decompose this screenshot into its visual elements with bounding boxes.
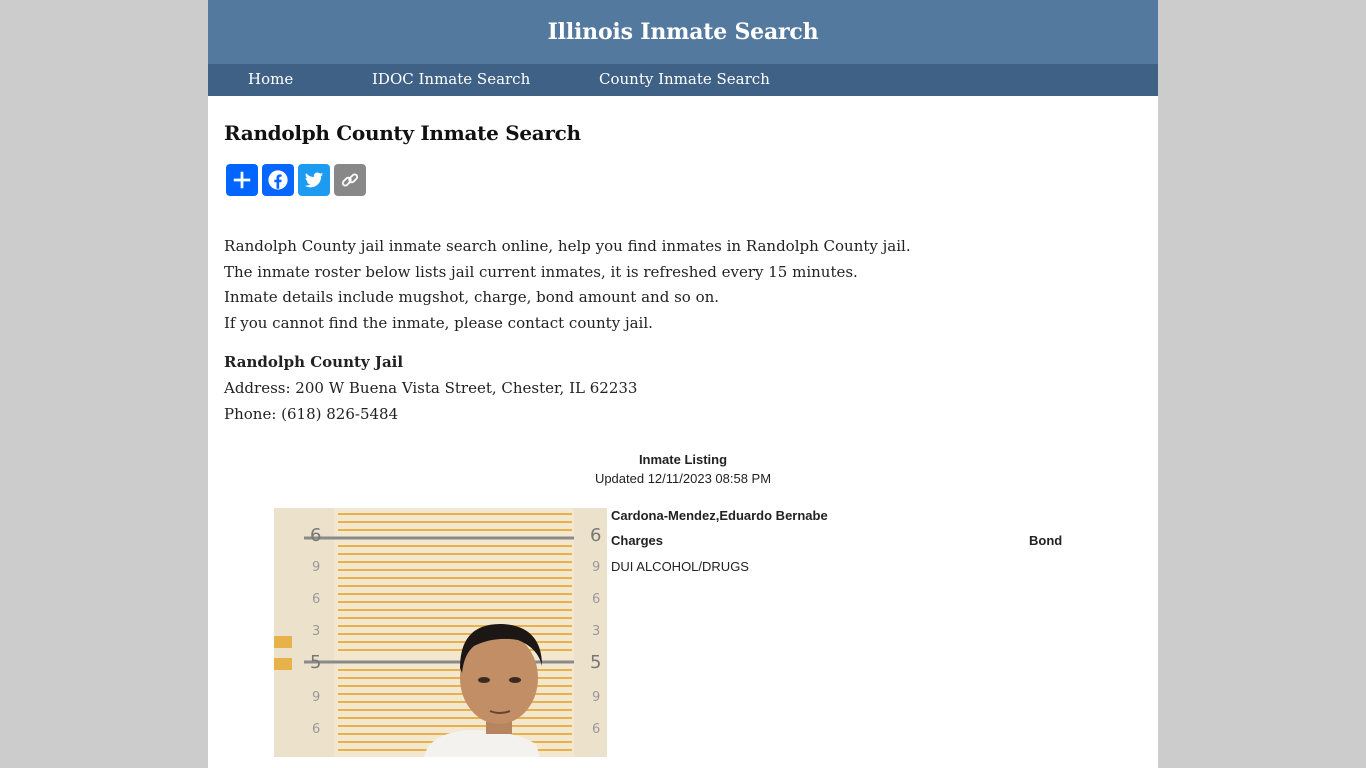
intro-text: Randolph County jail inmate search onlin…	[224, 234, 911, 337]
jail-name: Randolph County Jail	[224, 353, 404, 371]
jail-info: Randolph County Jail Address: 200 W Buen…	[224, 349, 637, 427]
copy-link-button[interactable]	[334, 164, 366, 196]
svg-text:3: 3	[312, 624, 320, 639]
svg-text:9: 9	[312, 690, 320, 705]
listing-updated: Updated 12/11/2023 08:58 PM	[594, 471, 772, 486]
nav-idoc-search-link[interactable]: IDOC Inmate Search	[372, 70, 530, 88]
svg-text:6: 6	[592, 592, 600, 607]
jail-phone: Phone: (618) 826-5484	[224, 405, 399, 423]
nav-county-search-link[interactable]: County Inmate Search	[599, 70, 770, 88]
svg-text:3: 3	[592, 624, 600, 639]
intro-line: Randolph County jail inmate search onlin…	[224, 237, 911, 255]
intro-line: The inmate roster below lists jail curre…	[224, 262, 858, 281]
jail-address: Address: 200 W Buena Vista Street, Chest…	[224, 379, 638, 397]
inmate-mugshot[interactable]: 6 6 5 5 9 9 6 6 3 3 9 9 6 6	[274, 508, 607, 757]
svg-text:6: 6	[592, 722, 600, 737]
charge-item: DUI ALCOHOL/DRUGS	[611, 559, 749, 574]
svg-text:6: 6	[312, 722, 320, 737]
nav-home-link[interactable]: Home	[248, 70, 293, 88]
page-title: Randolph County Inmate Search	[224, 121, 581, 145]
svg-text:6: 6	[310, 525, 321, 546]
twitter-icon	[304, 172, 324, 188]
facebook-share-button[interactable]	[262, 164, 294, 196]
share-button[interactable]	[226, 164, 258, 196]
intro-line: Inmate details include mugshot, charge, …	[224, 288, 720, 307]
share-plus-icon	[233, 171, 251, 189]
svg-text:6: 6	[590, 525, 601, 546]
facebook-icon	[268, 170, 288, 190]
svg-text:5: 5	[590, 652, 601, 673]
charges-header: Charges	[611, 533, 664, 548]
share-buttons	[226, 164, 366, 196]
intro-line: If you cannot find the inmate, please co…	[224, 314, 653, 333]
site-header: Illinois Inmate Search	[208, 0, 1158, 64]
svg-text:9: 9	[592, 690, 600, 705]
svg-text:5: 5	[310, 652, 321, 673]
site-title[interactable]: Illinois Inmate Search	[548, 19, 819, 45]
svg-text:9: 9	[312, 560, 320, 575]
svg-text:9: 9	[592, 560, 600, 575]
page-container: Illinois Inmate Search Home IDOC Inmate …	[208, 0, 1158, 768]
inmate-name[interactable]: Cardona-Mendez,Eduardo Bernabe	[611, 508, 828, 523]
twitter-share-button[interactable]	[298, 164, 330, 196]
bond-header: Bond	[1029, 533, 1063, 548]
copy-link-icon	[341, 173, 359, 187]
listing-title: Inmate Listing	[638, 452, 728, 467]
inmate-listing-header: Inmate Listing Updated 12/11/2023 08:58 …	[208, 450, 1158, 488]
svg-text:6: 6	[312, 592, 320, 607]
